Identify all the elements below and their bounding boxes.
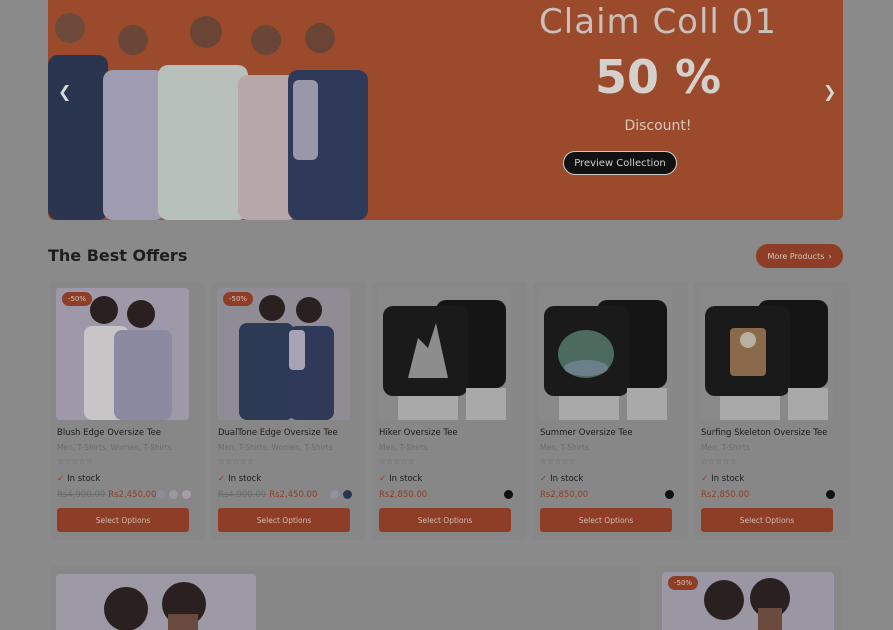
sale-price: Rs2,850.00 bbox=[540, 490, 589, 500]
sale-price: Rs2,850.00 bbox=[379, 490, 428, 500]
product-categories[interactable]: Men, T-Shirts bbox=[379, 443, 428, 452]
product-grid: -50% Blush Edge Oversize Tee Men, T-Shir… bbox=[50, 282, 849, 540]
product-card[interactable]: -50% Blush Edge Oversize Tee Men, T-Shir… bbox=[50, 282, 205, 540]
product-name[interactable]: Surfing Skeleton Oversize Tee bbox=[701, 428, 827, 438]
product-price: Rs4,900.00 Rs2,450.00 bbox=[218, 490, 317, 500]
chevron-right-icon: › bbox=[828, 251, 832, 261]
sale-price: Rs2,450.00 bbox=[108, 490, 157, 500]
color-swatch[interactable] bbox=[330, 490, 339, 499]
product-name[interactable]: DualTone Edge Oversize Tee bbox=[218, 428, 338, 438]
product-image[interactable] bbox=[56, 288, 189, 420]
stock-status: ✓ In stock bbox=[701, 474, 744, 484]
product-image[interactable] bbox=[700, 288, 833, 420]
discount-badge: -50% bbox=[223, 292, 254, 306]
product-price: Rs2,850.00 bbox=[540, 490, 588, 500]
check-icon: ✓ bbox=[57, 474, 65, 484]
select-options-button[interactable]: Select Options bbox=[379, 508, 511, 532]
product-price: Rs4,900.00 Rs2,450.00 bbox=[57, 490, 156, 500]
hero-title: Claim Coll 01 bbox=[539, 2, 777, 42]
hero-subtitle: Discount! bbox=[624, 118, 692, 134]
old-price: Rs4,900.00 bbox=[57, 490, 106, 500]
product-card[interactable]: Hiker Oversize Tee Men, T-Shirts ☆☆☆☆☆ ✓… bbox=[372, 282, 527, 540]
more-products-label: More Products bbox=[767, 251, 825, 261]
check-icon: ✓ bbox=[540, 474, 548, 484]
color-swatch[interactable] bbox=[343, 490, 352, 499]
color-swatches[interactable] bbox=[330, 490, 352, 499]
chevron-left-icon[interactable]: ❮ bbox=[58, 82, 71, 101]
star-icon: ☆☆☆☆☆ bbox=[57, 457, 93, 466]
old-price: Rs4,900.00 bbox=[218, 490, 267, 500]
hero-discount: 50 % bbox=[594, 50, 722, 104]
product-name[interactable]: Blush Edge Oversize Tee bbox=[57, 428, 161, 438]
product-price: Rs2,850.00 bbox=[379, 490, 427, 500]
product-image[interactable] bbox=[378, 288, 511, 420]
product-image[interactable] bbox=[217, 288, 350, 420]
stock-label: In stock bbox=[711, 474, 745, 484]
color-swatch[interactable] bbox=[665, 490, 674, 499]
product-card[interactable]: -50% DualTone Edge Oversize Tee Men, T-S… bbox=[211, 282, 366, 540]
color-swatch[interactable] bbox=[826, 490, 835, 499]
check-icon: ✓ bbox=[701, 474, 709, 484]
product-categories[interactable]: Men, T-Shirts, Women, T-Shirts bbox=[218, 443, 333, 452]
product-card[interactable]: Surfing Skeleton Oversize Tee Men, T-Shi… bbox=[694, 282, 849, 540]
select-options-button[interactable]: Select Options bbox=[701, 508, 833, 532]
hero-models-image bbox=[48, 0, 388, 220]
color-swatch[interactable] bbox=[182, 490, 191, 499]
product-name[interactable]: Hiker Oversize Tee bbox=[379, 428, 458, 438]
stock-label: In stock bbox=[389, 474, 423, 484]
stock-label: In stock bbox=[228, 474, 262, 484]
preview-collection-button[interactable]: Preview Collection bbox=[563, 151, 677, 175]
color-swatches[interactable] bbox=[665, 490, 674, 499]
product-name[interactable]: Summer Oversize Tee bbox=[540, 428, 633, 438]
featured-image[interactable] bbox=[56, 574, 256, 630]
select-options-button[interactable]: Select Options bbox=[218, 508, 350, 532]
stock-status: ✓ In stock bbox=[379, 474, 422, 484]
check-icon: ✓ bbox=[379, 474, 387, 484]
stock-status: ✓ In stock bbox=[57, 474, 100, 484]
stock-label: In stock bbox=[67, 474, 101, 484]
product-image[interactable] bbox=[539, 288, 672, 420]
sale-price: Rs2,850.00 bbox=[701, 490, 750, 500]
check-icon: ✓ bbox=[218, 474, 226, 484]
product-card[interactable]: -50% bbox=[656, 566, 843, 630]
featured-card[interactable] bbox=[50, 566, 640, 630]
color-swatch[interactable] bbox=[156, 490, 165, 499]
discount-badge: -50% bbox=[668, 576, 699, 590]
star-icon: ☆☆☆☆☆ bbox=[218, 457, 254, 466]
section-title: The Best Offers bbox=[48, 246, 188, 265]
product-card[interactable]: Summer Oversize Tee Men, T-Shirts ☆☆☆☆☆ … bbox=[533, 282, 688, 540]
product-price: Rs2,850.00 bbox=[701, 490, 749, 500]
sale-price: Rs2,450.00 bbox=[269, 490, 318, 500]
star-icon: ☆☆☆☆☆ bbox=[379, 457, 415, 466]
hero-banner: ❮ ❯ Claim Coll 01 50 % Discount! Preview… bbox=[48, 0, 843, 220]
select-options-button[interactable]: Select Options bbox=[540, 508, 672, 532]
select-options-button[interactable]: Select Options bbox=[57, 508, 189, 532]
star-icon: ☆☆☆☆☆ bbox=[540, 457, 576, 466]
product-categories[interactable]: Men, T-Shirts bbox=[701, 443, 750, 452]
discount-badge: -50% bbox=[62, 292, 93, 306]
stock-label: In stock bbox=[550, 474, 584, 484]
color-swatch[interactable] bbox=[169, 490, 178, 499]
color-swatches[interactable] bbox=[826, 490, 835, 499]
product-categories[interactable]: Men, T-Shirts, Women, T-Shirts bbox=[57, 443, 172, 452]
stock-status: ✓ In stock bbox=[540, 474, 583, 484]
color-swatch[interactable] bbox=[504, 490, 513, 499]
color-swatches[interactable] bbox=[156, 490, 191, 499]
stock-status: ✓ In stock bbox=[218, 474, 261, 484]
more-products-button[interactable]: More Products › bbox=[756, 244, 843, 268]
color-swatches[interactable] bbox=[504, 490, 513, 499]
star-icon: ☆☆☆☆☆ bbox=[701, 457, 737, 466]
product-categories[interactable]: Men, T-Shirts bbox=[540, 443, 589, 452]
